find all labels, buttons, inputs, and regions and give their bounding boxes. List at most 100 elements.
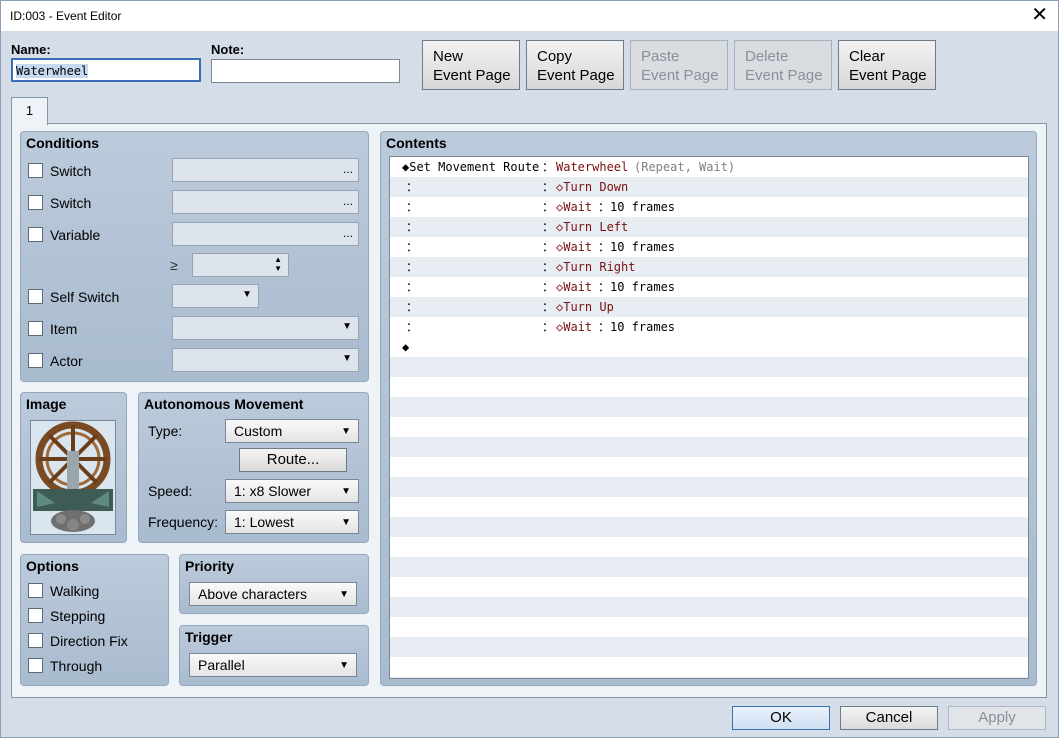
continuation-marker: ： [542, 240, 555, 254]
new-event-page-line1: New [433, 48, 464, 65]
continuation-marker: ： [406, 320, 419, 334]
direction-fix-checkbox[interactable] [28, 633, 43, 648]
command-row[interactable]: ：： ◇Turn Right [390, 257, 1028, 277]
speed-chevron-down-icon: ▼ [341, 486, 351, 497]
name-input[interactable]: Waterwheel [11, 58, 201, 82]
continuation-marker: ： [406, 240, 419, 254]
command-row[interactable]: ：： ◇Wait ：10 frames [390, 317, 1028, 337]
empty-row [390, 437, 1028, 457]
direction-fix-label: Direction Fix [50, 633, 128, 649]
type-label: Type: [148, 423, 183, 439]
command-row[interactable]: ：： ◇Turn Up [390, 297, 1028, 317]
empty-row [390, 617, 1028, 637]
switch1-field[interactable]: ... [172, 158, 359, 182]
trigger-select[interactable]: Parallel ▼ [189, 653, 357, 677]
route-button[interactable]: Route... [239, 448, 347, 472]
variable-browse-icon[interactable]: ... [343, 226, 353, 240]
window-title: ID:003 - Event Editor [10, 9, 122, 23]
paste-event-page-line2: Event Page [641, 67, 719, 84]
self-switch-checkbox[interactable] [28, 289, 43, 304]
command-row[interactable]: ：： ◇Wait ：10 frames [390, 277, 1028, 297]
dialog-body: Name: Waterwheel Note: New Event Page Cop… [1, 31, 1058, 737]
continuation-marker: ： [406, 300, 419, 314]
image-group: Image [20, 392, 127, 543]
through-checkbox[interactable] [28, 658, 43, 673]
actor-checkbox[interactable] [28, 353, 43, 368]
step-command: ◇Wait [556, 280, 593, 294]
trigger-value: Parallel [198, 657, 245, 673]
continuation-marker: ： [406, 200, 419, 214]
switch2-browse-icon[interactable]: ... [343, 194, 353, 208]
command-options: (Repeat, Wait) [634, 160, 736, 174]
switch1-checkbox[interactable] [28, 163, 43, 178]
empty-row [390, 677, 1028, 678]
contents-title: Contents [386, 135, 447, 151]
paste-event-page-button[interactable]: Paste Event Page [630, 40, 728, 90]
command-row[interactable]: ：： ◇Turn Left [390, 217, 1028, 237]
priority-value: Above characters [198, 586, 307, 602]
conditions-group: Conditions Switch ... Switch ... Variabl… [20, 131, 369, 382]
continuation-marker: ： [406, 180, 419, 194]
copy-event-page-line2: Event Page [537, 67, 615, 84]
variable-checkbox[interactable] [28, 227, 43, 242]
switch2-label: Switch [50, 195, 92, 211]
end-marker-icon: ◆ [402, 340, 410, 354]
item-select[interactable]: ▼ [172, 316, 359, 340]
speed-value: 1: x8 Slower [234, 483, 312, 499]
variable-value-stepper[interactable]: ▲ ▼ [192, 253, 289, 277]
item-label: Item [50, 321, 78, 337]
event-command-list[interactable]: ◆Set Movement Route ： Waterwheel (Repeat… [389, 156, 1029, 679]
command-row[interactable]: ：： ◇Wait ：10 frames [390, 197, 1028, 217]
variable-label: Variable [50, 227, 101, 243]
tab-page-1[interactable]: 1 [11, 97, 48, 125]
waterwheel-sprite-icon [31, 421, 115, 534]
trigger-title: Trigger [185, 629, 233, 645]
switch2-field[interactable]: ... [172, 190, 359, 214]
variable-field[interactable]: ... [172, 222, 359, 246]
empty-row [390, 657, 1028, 677]
note-input[interactable] [211, 59, 400, 83]
item-checkbox[interactable] [28, 321, 43, 336]
stepping-checkbox[interactable] [28, 608, 43, 623]
step-argument: ：10 frames [598, 280, 676, 294]
walking-checkbox[interactable] [28, 583, 43, 598]
self-switch-chevron-down-icon: ▼ [242, 289, 252, 300]
command-separator: ： [542, 160, 555, 174]
event-editor-window: ID:003 - Event Editor ✕ Name: Waterwheel… [0, 0, 1059, 738]
frequency-select[interactable]: 1: Lowest ▼ [225, 510, 359, 534]
command-row[interactable]: ◆Set Movement Route ： Waterwheel (Repeat… [390, 157, 1028, 177]
command-row[interactable]: ：： ◇Turn Down [390, 177, 1028, 197]
command-row[interactable]: ：： ◇Wait ：10 frames [390, 237, 1028, 257]
delete-event-page-button[interactable]: Delete Event Page [734, 40, 832, 90]
title-bar: ID:003 - Event Editor ✕ [1, 1, 1058, 31]
cancel-button[interactable]: Cancel [840, 706, 938, 730]
speed-select[interactable]: 1: x8 Slower ▼ [225, 479, 359, 503]
step-command: ◇Wait [556, 240, 593, 254]
self-switch-select[interactable]: ▼ [172, 284, 259, 308]
apply-button[interactable]: Apply [948, 706, 1046, 730]
stepper-arrows-icon[interactable]: ▲ ▼ [274, 255, 282, 273]
event-image-preview[interactable] [30, 420, 116, 535]
trigger-chevron-down-icon: ▼ [339, 660, 349, 671]
clear-event-page-button[interactable]: Clear Event Page [838, 40, 936, 90]
new-event-page-button[interactable]: New Event Page [422, 40, 520, 90]
stepping-label: Stepping [50, 608, 106, 624]
empty-row [390, 537, 1028, 557]
step-command: ◇Turn Left [556, 220, 629, 234]
close-icon[interactable]: ✕ [1031, 4, 1048, 26]
empty-row [390, 497, 1028, 517]
new-event-page-line2: Event Page [433, 67, 511, 84]
ok-button[interactable]: OK [732, 706, 830, 730]
switch1-label: Switch [50, 163, 92, 179]
step-command: ◇Turn Up [556, 300, 614, 314]
priority-select[interactable]: Above characters ▼ [189, 582, 357, 606]
type-select[interactable]: Custom ▼ [225, 419, 359, 443]
image-title: Image [26, 396, 67, 412]
copy-event-page-button[interactable]: Copy Event Page [526, 40, 624, 90]
switch2-checkbox[interactable] [28, 195, 43, 210]
continuation-marker: ： [542, 320, 555, 334]
command-row-end[interactable]: ◆ [390, 337, 1028, 357]
switch1-browse-icon[interactable]: ... [343, 162, 353, 176]
empty-row [390, 477, 1028, 497]
actor-select[interactable]: ▼ [172, 348, 359, 372]
